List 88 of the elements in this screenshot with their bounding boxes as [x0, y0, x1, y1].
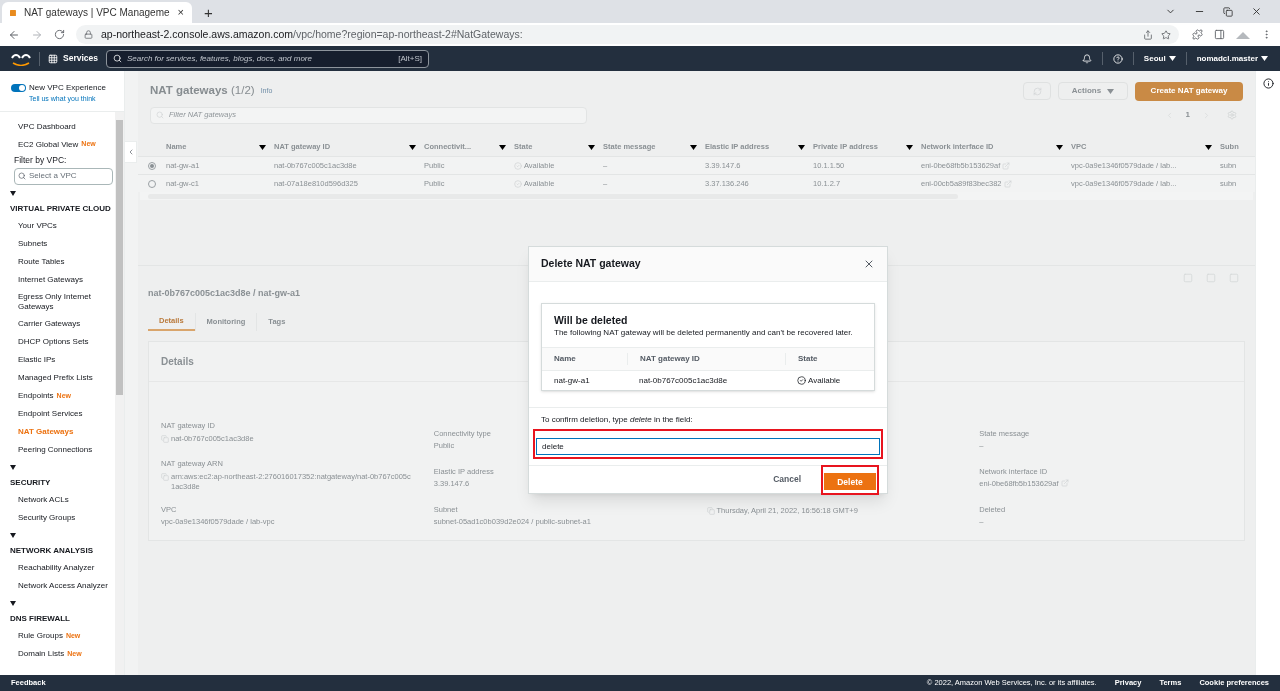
- cancel-button[interactable]: Cancel: [767, 469, 807, 490]
- dialog-title: Delete NAT gateway: [541, 256, 641, 272]
- sidebar-item[interactable]: Network Access Analyzer: [7, 576, 115, 595]
- toggle-switch[interactable]: [11, 84, 26, 92]
- panel-title: Will be deleted: [554, 314, 629, 327]
- close-icon[interactable]: [863, 258, 875, 270]
- restore-icon[interactable]: [1223, 6, 1233, 17]
- shortcut-hint: [Alt+S]: [398, 52, 422, 65]
- sidebar-item[interactable]: Your VPCs: [7, 216, 115, 235]
- cube-icon: [10, 7, 16, 18]
- vpc-select[interactable]: Select a VPC: [14, 167, 113, 185]
- account-menu[interactable]: nomadcl.master: [1196, 52, 1268, 65]
- toggle-label: New VPC Experience: [29, 82, 106, 94]
- search-icon: [113, 54, 122, 63]
- lock-icon: [84, 30, 93, 39]
- column-header: NAT gateway ID: [640, 353, 700, 365]
- sort-icon: [1205, 144, 1212, 150]
- sidebar-item[interactable]: Network ACLs: [7, 490, 115, 509]
- tab-close[interactable]: ×: [177, 4, 184, 21]
- expand-arrow-icon[interactable]: [10, 465, 16, 470]
- sort-icon: [690, 144, 697, 150]
- browser-tab[interactable]: NAT gateways | VPC Manageme ×: [2, 2, 192, 23]
- sidebar-item[interactable]: Managed Prefix Lists: [7, 368, 115, 387]
- sidebar-item[interactable]: Security Groups: [7, 508, 115, 527]
- detail-title: nat-0b767c005c1ac3d8e / nat-gw-a1: [148, 287, 302, 300]
- column-header: Name: [554, 353, 576, 365]
- column-header: State: [798, 353, 818, 365]
- expand-arrow-icon[interactable]: [10, 601, 16, 606]
- sidebar-item[interactable]: Egress Only Internet Gateways: [7, 288, 115, 315]
- sidebar-item[interactable]: Elastic IPs: [7, 350, 115, 369]
- aws-logo[interactable]: [11, 51, 31, 66]
- refresh-icon: [1032, 86, 1042, 96]
- caret-icon: [1168, 56, 1176, 61]
- section-title: SECURITY: [9, 476, 52, 489]
- search-placeholder: Search for services, features, blogs, docs, and more: [127, 52, 312, 65]
- region-menu[interactable]: Seoul: [1143, 52, 1176, 65]
- caret-icon: [1107, 88, 1115, 94]
- grid-icon: [48, 53, 58, 64]
- check-circle-icon: [797, 376, 806, 385]
- services-button[interactable]: Services: [48, 52, 98, 65]
- sort-icon: [499, 144, 506, 150]
- tab-title: NAT gateways | VPC Manageme: [23, 6, 170, 20]
- sidebar-item[interactable]: VPC Dashboard: [7, 117, 115, 136]
- section-title: NETWORK ANALYSIS: [9, 544, 94, 557]
- back-icon[interactable]: [8, 28, 20, 41]
- scrollbar[interactable]: [115, 111, 124, 675]
- confirm-input[interactable]: delete: [536, 438, 880, 455]
- sort-icon: [409, 144, 416, 150]
- new-tab-button[interactable]: +: [204, 5, 213, 20]
- info-icon[interactable]: [1262, 78, 1274, 89]
- section-title: DNS FIREWALL: [9, 612, 71, 625]
- sidebar-item[interactable]: Internet Gateways: [7, 270, 115, 289]
- sort-icon: [798, 144, 805, 150]
- search-field[interactable]: Search for services, features, blogs, docs, and more [Alt+S]: [106, 49, 429, 68]
- profile-icon[interactable]: [1236, 30, 1250, 39]
- sidebar-item[interactable]: Route Tables: [7, 252, 115, 271]
- sidebar-item[interactable]: Peering Connections: [7, 440, 115, 459]
- panel-description: The following NAT gateway will be deleted permanently and can't be recovered later.: [554, 327, 854, 338]
- expand-arrow-icon[interactable]: [10, 191, 16, 196]
- caret-icon: [1261, 56, 1268, 61]
- side-panel-icon[interactable]: [1214, 29, 1225, 40]
- sort-icon: [588, 144, 595, 150]
- sidebar-item[interactable]: Carrier Gateways: [7, 314, 115, 333]
- sidebar-item[interactable]: DHCP Options Sets: [7, 332, 115, 351]
- share-icon[interactable]: [1143, 29, 1153, 40]
- sidebar-item[interactable]: Reachability Analyzer: [7, 558, 115, 577]
- address-bar[interactable]: ap-northeast-2.console.aws.amazon.com/vpc/home?region=ap-northeast-2#NatGateways:: [76, 25, 1179, 44]
- filter-label: Filter by VPC:: [13, 153, 68, 166]
- sort-icon: [1056, 144, 1063, 150]
- search-icon: [18, 172, 26, 180]
- close-icon[interactable]: [1251, 6, 1262, 17]
- notifications-icon[interactable]: [1081, 53, 1092, 64]
- search-icon: [156, 111, 164, 119]
- vpc-select-placeholder: Select a VPC: [29, 170, 77, 182]
- star-icon[interactable]: [1161, 29, 1171, 40]
- sidebar-item[interactable]: Endpoint Services: [7, 404, 115, 423]
- url-text: ap-northeast-2.console.aws.amazon.com/vpc/home?region=ap-northeast-2#NatGateways:: [101, 26, 523, 42]
- sort-icon: [259, 144, 266, 150]
- confirm-label: To confirm deletion, type delete in the field:: [540, 414, 694, 426]
- extensions-icon[interactable]: [1192, 29, 1203, 40]
- section-title: VIRTUAL PRIVATE CLOUD: [9, 202, 112, 215]
- reload-icon[interactable]: [54, 29, 65, 40]
- sidebar-item[interactable]: Subnets: [7, 234, 115, 253]
- expand-arrow-icon[interactable]: [10, 533, 16, 538]
- page-title: NAT gateways (1/2): [150, 83, 255, 99]
- sort-icon: [906, 144, 913, 150]
- help-icon[interactable]: [1112, 53, 1123, 64]
- forward-icon[interactable]: [31, 28, 43, 41]
